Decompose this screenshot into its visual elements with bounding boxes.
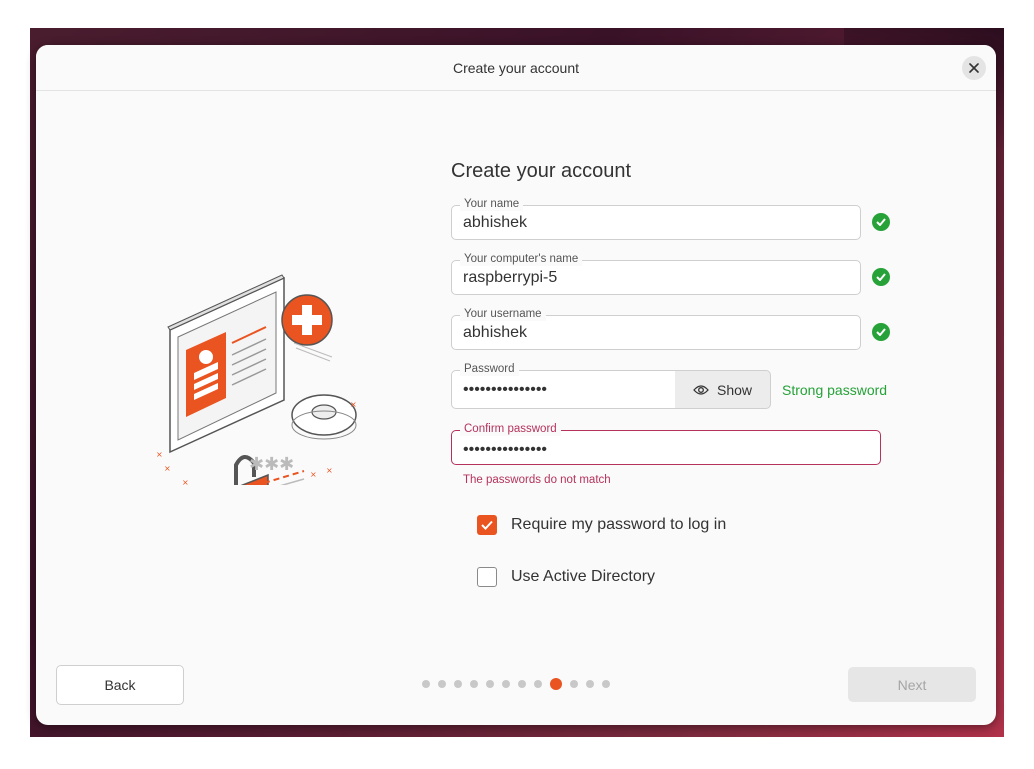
checkmark-icon [876,328,886,336]
next-button[interactable]: Next [848,667,976,702]
computer-name-value: raspberrypi-5 [463,269,558,286]
svg-text:×: × [182,478,189,485]
svg-text:×: × [164,464,171,473]
checkmark-icon [876,273,886,281]
step-dot [502,680,510,688]
window-title: Create your account [452,60,580,76]
username-value: abhishek [463,324,528,341]
name-value: abhishek [463,214,528,231]
require-password-checkbox[interactable] [477,515,497,535]
password-strength: Strong password [782,382,888,398]
computer-name-label: Your computer's name [460,252,583,266]
step-dot [570,680,578,688]
close-button[interactable] [962,56,986,80]
svg-text:✱✱✱: ✱✱✱ [249,454,294,475]
username-field[interactable]: Your username abhishek [451,307,861,350]
step-dot [534,680,542,688]
name-valid-icon [872,213,890,231]
computer-name-valid-icon [872,268,890,286]
password-label: Password [460,362,519,376]
eye-icon [693,384,709,395]
title-bar: Create your account [36,45,996,91]
svg-text:×: × [156,450,163,459]
step-indicator [422,678,610,690]
username-valid-icon [872,323,890,341]
password-mismatch-error: The passwords do not match [463,474,611,486]
name-label: Your name [460,197,524,211]
require-password-option[interactable]: Require my password to log in [477,515,726,535]
active-directory-option[interactable]: Use Active Directory [477,567,655,587]
password-value: ••••••••••••••• [463,381,548,398]
active-directory-label: Use Active Directory [511,568,656,585]
step-dot [602,680,610,688]
password-field[interactable]: Password ••••••••••••••• [451,362,676,409]
step-dot [438,680,446,688]
require-password-label: Require my password to log in [511,516,727,533]
username-label: Your username [460,307,546,321]
computer-name-field[interactable]: Your computer's name raspberrypi-5 [451,252,861,295]
account-security-illustration: ✱✱✱ × × × × × × [156,274,357,485]
svg-text:×: × [350,400,357,409]
active-directory-checkbox[interactable] [477,567,497,587]
confirm-password-field[interactable]: Confirm password ••••••••••••••• [451,422,881,465]
step-dot [454,680,462,688]
name-field[interactable]: Your name abhishek [451,197,861,240]
step-dot [470,680,478,688]
svg-text:×: × [310,470,317,479]
checkmark-icon [876,218,886,226]
step-dot [486,680,494,688]
back-button[interactable]: Back [56,665,184,705]
show-password-label: Show [716,381,753,398]
step-dot [422,680,430,688]
page-title: Create your account [451,160,632,182]
step-dot-current [550,678,562,690]
checkmark-icon [481,520,493,530]
step-dot [586,680,594,688]
svg-text:×: × [326,466,333,475]
confirm-password-value: ••••••••••••••• [463,441,548,458]
show-password-button[interactable]: Show [675,370,771,409]
installer-window: Create your account ✱✱✱ × × × × × × Crea… [36,45,996,725]
step-dot [518,680,526,688]
confirm-password-label: Confirm password [460,422,561,436]
close-icon [969,63,979,73]
